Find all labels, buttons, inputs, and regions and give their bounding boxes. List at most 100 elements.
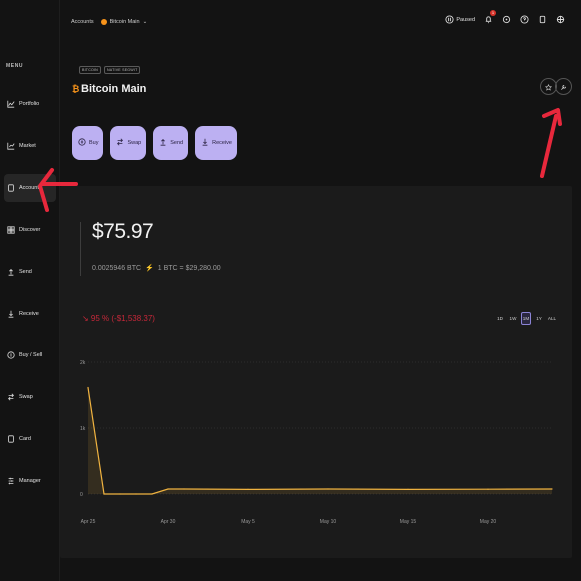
edit-button[interactable] (555, 78, 572, 95)
breadcrumb-accounts[interactable]: Accounts (71, 19, 94, 25)
menu-label: MENU (6, 63, 24, 69)
sidebar-item-send[interactable]: Send (4, 258, 56, 286)
sidebar-item-label: Card (19, 436, 31, 442)
breadcrumb-current-label: Bitcoin Main (109, 19, 140, 25)
balance-details: 0.0025946 BTC ⚡ 1 BTC = $29,280.00 (92, 264, 221, 273)
account-actions: Buy Swap Send Receive (72, 126, 237, 160)
exchange-rate: 1 BTC = $29,280.00 (157, 264, 221, 272)
topbar: Accounts Bitcoin Main ⌄ Paused 1 (60, 0, 581, 46)
manager-icon (7, 477, 15, 485)
account-tags: BITCOIN NATIVE SEGWIT (79, 66, 141, 74)
eye-icon[interactable] (502, 15, 511, 24)
receive-icon (201, 138, 209, 148)
sidebar-item-label: Portfolio (19, 101, 40, 107)
time-range-selector: 1D 1W 1M 1Y ALL (495, 312, 557, 325)
send-icon (159, 138, 167, 148)
currency-tag: BITCOIN (79, 66, 101, 74)
sidebar: MENU Portfolio Market Accounts Discover … (0, 0, 60, 581)
data-point (151, 493, 153, 495)
swap-button[interactable]: Swap (110, 126, 147, 160)
sidebar-item-market[interactable]: Market (4, 132, 56, 160)
swap-label: Swap (127, 140, 142, 146)
data-point (183, 488, 185, 490)
sidebar-item-label: Market (19, 143, 36, 149)
data-point (247, 488, 249, 490)
data-point (87, 386, 89, 389)
range-1y[interactable]: 1Y (534, 312, 544, 325)
help-icon[interactable] (520, 15, 529, 24)
y-tick-label: 2k (80, 360, 86, 366)
account-title: ₿ Bitcoin Main (72, 83, 146, 95)
data-point (327, 488, 329, 490)
bitcoin-logo-icon: ₿ (72, 84, 80, 94)
balance-change: ↘ 95 % (-$1,538.37) (82, 314, 155, 323)
x-tick-label: May 20 (480, 519, 497, 525)
receive-icon (7, 310, 15, 318)
sidebar-item-portfolio[interactable]: Portfolio (4, 90, 56, 118)
breadcrumb-current-account[interactable]: Bitcoin Main ⌄ (100, 19, 148, 25)
buy-button[interactable]: Buy (72, 126, 104, 160)
paused-label: Paused (456, 16, 475, 23)
sidebar-item-discover[interactable]: Discover (4, 216, 56, 244)
range-1d[interactable]: 1D (495, 312, 505, 325)
bell-icon[interactable]: 1 (484, 10, 496, 24)
data-point (167, 488, 169, 490)
lock-icon[interactable] (538, 15, 547, 24)
x-tick-label: May 10 (320, 519, 337, 525)
annotation-arrow-edit (540, 108, 562, 178)
balance-divider (80, 222, 86, 276)
receive-label: Receive (212, 140, 232, 146)
sidebar-item-label: Discover (19, 227, 41, 233)
wallet-icon (7, 184, 15, 192)
range-all[interactable]: ALL (547, 312, 557, 325)
range-1m[interactable]: 1M (521, 312, 531, 325)
chevron-down-icon: ⌄ (142, 19, 148, 25)
bitcoin-icon (100, 19, 107, 25)
market-icon (7, 142, 15, 150)
settings-icon[interactable] (556, 15, 565, 24)
sidebar-item-buy-sell[interactable]: Buy / Sell (4, 341, 56, 369)
receive-button[interactable]: Receive (195, 126, 237, 160)
sidebar-item-swap[interactable]: Swap (4, 383, 56, 411)
data-point (487, 488, 489, 490)
wrench-icon (560, 78, 567, 96)
data-point (551, 488, 553, 490)
sidebar-item-label: Buy / Sell (19, 352, 43, 358)
sidebar-item-label: Receive (19, 311, 39, 317)
pause-icon (445, 15, 454, 24)
sidebar-item-label: Manager (19, 478, 41, 484)
sidebar-item-manager[interactable]: Manager (4, 467, 56, 495)
card-icon (7, 435, 15, 443)
sidebar-item-accounts[interactable]: Accounts (4, 174, 56, 202)
series-area (88, 387, 552, 494)
data-point (407, 488, 409, 490)
sidebar-item-card[interactable]: Card (4, 425, 56, 453)
send-label: Send (170, 140, 184, 146)
bolt-icon: ⚡ (145, 265, 154, 272)
sidebar-item-receive[interactable]: Receive (4, 300, 56, 328)
star-icon (545, 78, 552, 96)
swap-icon (116, 138, 124, 148)
buy-icon (78, 138, 86, 148)
x-tick-label: Apr 30 (161, 519, 176, 525)
top-actions: Paused 1 (445, 10, 565, 24)
grid-icon (7, 226, 15, 234)
balance-fiat: $75.97 (92, 220, 154, 243)
chart-icon (7, 100, 15, 108)
breadcrumb: Accounts Bitcoin Main ⌄ (71, 19, 147, 25)
data-point (135, 493, 137, 495)
x-tick-label: May 5 (241, 519, 255, 525)
balance-chart[interactable]: 2k 1k 0 Apr 25 Apr 30 May 5 May 10 May 15 May 20 (60, 346, 572, 558)
range-1w[interactable]: 1W (508, 312, 518, 325)
balance-crypto: 0.0025946 BTC (92, 264, 142, 272)
x-tick-label: May 15 (400, 519, 417, 525)
send-button[interactable]: Send (153, 126, 189, 160)
sync-status-button[interactable]: Paused (445, 15, 475, 24)
send-icon (7, 268, 15, 276)
data-point (119, 493, 121, 495)
address-type-tag: NATIVE SEGWIT (103, 66, 141, 74)
x-tick-label: Apr 25 (81, 519, 96, 525)
buy-label: Buy (89, 140, 99, 146)
swap-icon (7, 393, 15, 401)
exchange-icon (7, 351, 15, 359)
